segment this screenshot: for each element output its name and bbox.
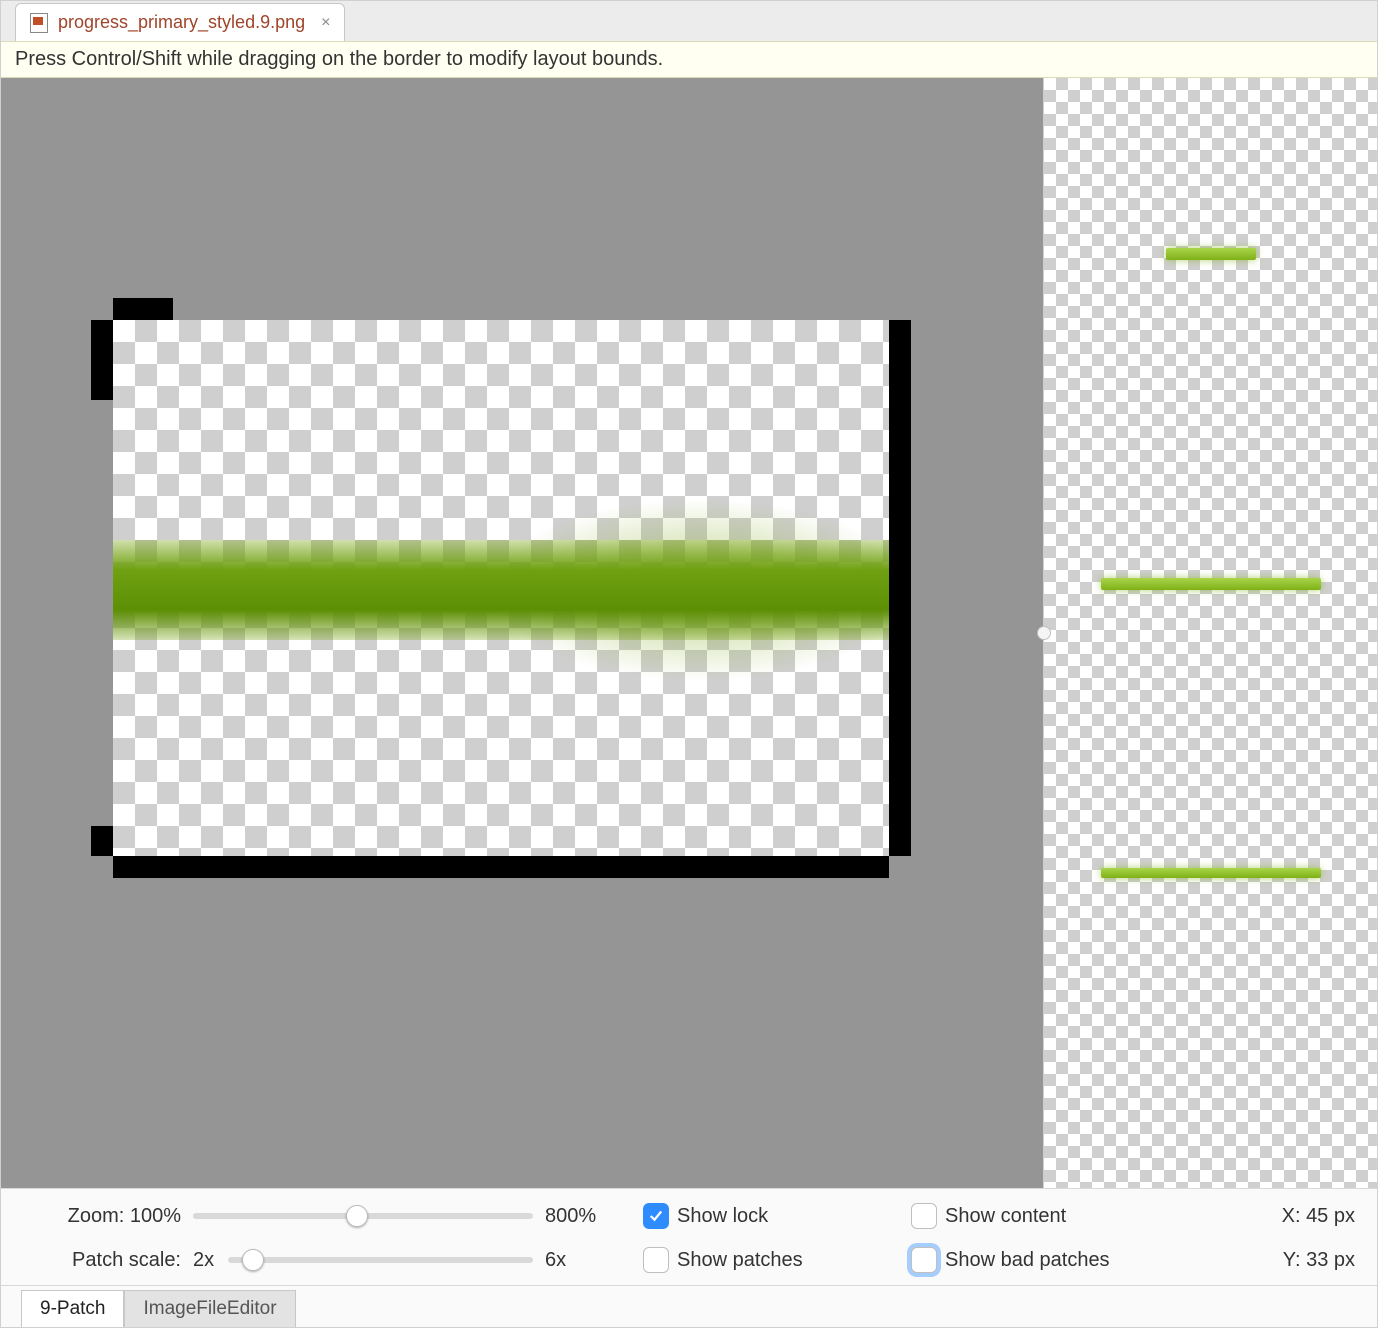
zoom-label: Zoom: 100% — [23, 1205, 193, 1228]
preview-pane — [1043, 78, 1377, 1188]
controls-bar: Zoom: 100% 800% Show lock Show content X… — [1, 1188, 1377, 1285]
patch-marker-bottom[interactable] — [113, 856, 889, 878]
show-patches-checkbox[interactable] — [643, 1247, 669, 1273]
close-icon[interactable]: × — [321, 14, 330, 32]
show-lock-label: Show lock — [671, 1205, 911, 1228]
hint-bar: Press Control/Shift while dragging on th… — [1, 41, 1377, 78]
patch-scale-label: Patch scale: — [23, 1249, 193, 1272]
preview-bar-small — [1166, 248, 1256, 260]
tab-9patch[interactable]: 9-Patch — [21, 1290, 124, 1327]
image-file-icon — [30, 13, 48, 33]
preview-area — [1044, 78, 1377, 1188]
patch-marker-top[interactable] — [113, 298, 173, 320]
show-content-checkbox[interactable] — [911, 1203, 937, 1229]
file-tab-bar: progress_primary_styled.9.png × — [1, 1, 1377, 41]
check-icon — [647, 1207, 665, 1225]
patch-markers[interactable] — [91, 298, 911, 878]
pane-resize-handle[interactable] — [1037, 626, 1051, 640]
preview-bar-medium — [1101, 578, 1321, 590]
show-lock-checkbox[interactable] — [643, 1203, 669, 1229]
nine-patch-editor: progress_primary_styled.9.png × Press Co… — [0, 0, 1378, 1328]
show-bad-patches-checkbox[interactable] — [911, 1247, 937, 1273]
preview-large — [1044, 868, 1377, 878]
y-coordinate: Y: 33 px — [1235, 1249, 1355, 1272]
zoom-max-label: 800% — [533, 1205, 603, 1228]
patch-marker-bottom-left[interactable] — [91, 826, 113, 856]
patch-scale-slider[interactable] — [228, 1257, 533, 1263]
file-tab-label: progress_primary_styled.9.png — [58, 12, 305, 33]
work-area — [1, 78, 1377, 1188]
show-content-label: Show content — [939, 1205, 1199, 1228]
patch-marker-left[interactable] — [91, 320, 113, 400]
tab-image-file-editor[interactable]: ImageFileEditor — [124, 1290, 295, 1327]
main-canvas-pane[interactable] — [1, 78, 1043, 1188]
patch-scale-min: 2x — [193, 1249, 214, 1272]
preview-small — [1044, 248, 1377, 260]
preview-medium — [1044, 578, 1377, 590]
show-patches-label: Show patches — [671, 1249, 911, 1272]
patch-marker-right[interactable] — [889, 320, 911, 856]
zoom-slider[interactable] — [193, 1213, 533, 1219]
x-coordinate: X: 45 px — [1235, 1205, 1355, 1228]
show-bad-patches-label: Show bad patches — [939, 1249, 1199, 1272]
file-tab[interactable]: progress_primary_styled.9.png × — [15, 3, 345, 41]
nine-patch-canvas[interactable] — [91, 298, 911, 878]
bottom-tab-bar: 9-Patch ImageFileEditor — [1, 1285, 1377, 1327]
preview-bar-large — [1101, 868, 1321, 878]
patch-scale-max: 6x — [533, 1249, 603, 1272]
